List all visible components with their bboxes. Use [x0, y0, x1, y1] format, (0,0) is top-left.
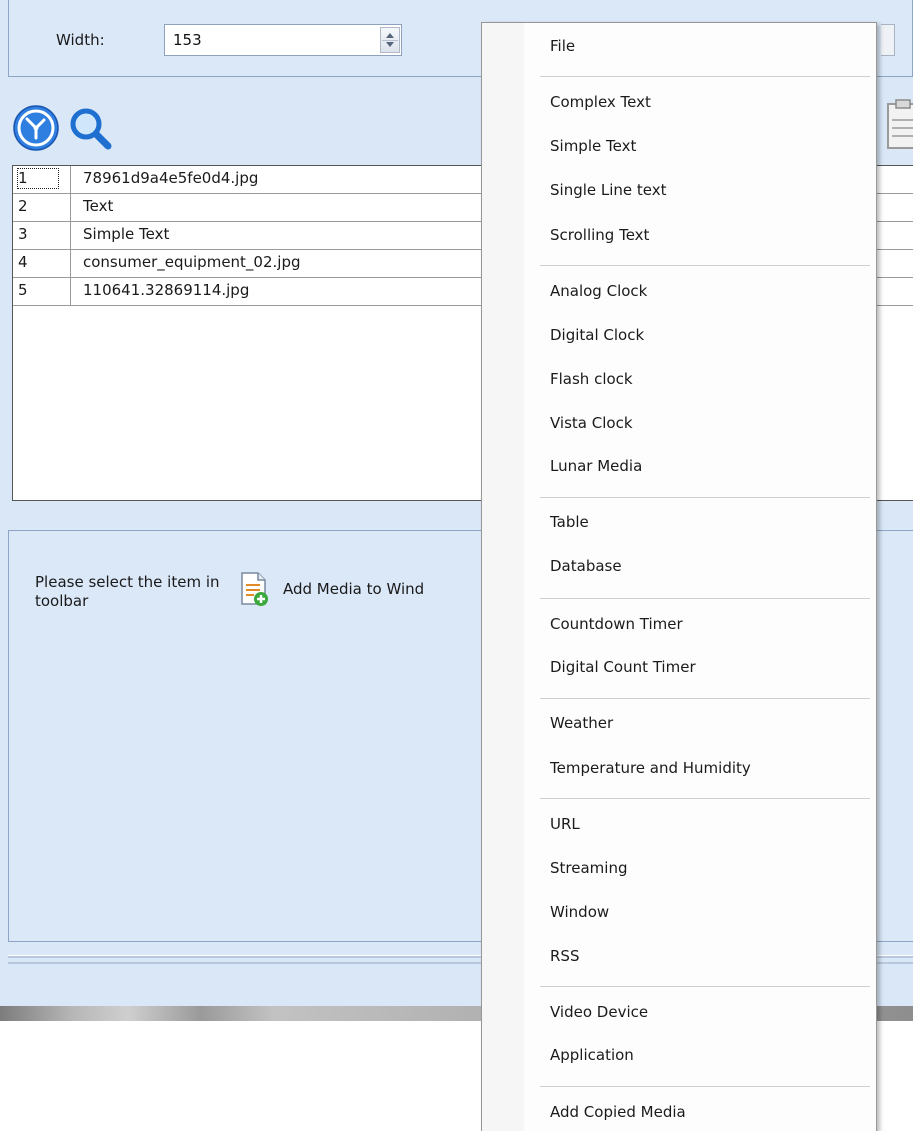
menu-separator — [540, 986, 870, 987]
row-name: consumer_equipment_02.jpg — [83, 253, 301, 271]
menu-item-temperature-humidity[interactable]: Temperature and Humidity — [550, 759, 751, 777]
row-name: 78961d9a4e5fe0d4.jpg — [83, 169, 259, 187]
menu-item-application[interactable]: Application — [550, 1046, 634, 1064]
row-index-cell: 3 — [13, 222, 71, 249]
add-media-context-menu[interactable]: File Complex Text Simple Text Single Lin… — [481, 22, 877, 1131]
menu-item-digital-clock[interactable]: Digital Clock — [550, 326, 644, 344]
row-name: Simple Text — [83, 225, 170, 243]
row-index-cell: 1 — [13, 166, 71, 193]
menu-item-add-copied-media[interactable]: Add Copied Media — [550, 1103, 686, 1121]
menu-item-table[interactable]: Table — [550, 513, 589, 531]
menu-separator — [540, 798, 870, 799]
combo-box-edge[interactable] — [881, 24, 895, 56]
add-media-label: Add Media to Wind — [283, 580, 425, 598]
menu-item-analog-clock[interactable]: Analog Clock — [550, 282, 647, 300]
menu-item-countdown-timer[interactable]: Countdown Timer — [550, 615, 683, 633]
menu-item-single-line-text[interactable]: Single Line text — [550, 181, 667, 199]
menu-separator — [540, 698, 870, 699]
row-index: 3 — [18, 225, 28, 243]
add-media-button[interactable]: Add Media to Wind — [239, 571, 424, 607]
menu-item-database[interactable]: Database — [550, 557, 622, 575]
row-index: 1 — [17, 168, 59, 189]
clipboard-icon[interactable] — [882, 98, 913, 154]
spin-up-icon[interactable] — [386, 33, 394, 38]
menu-item-url[interactable]: URL — [550, 815, 580, 833]
menu-item-vista-clock[interactable]: Vista Clock — [550, 414, 633, 432]
menu-separator — [540, 76, 870, 77]
row-index: 5 — [18, 281, 28, 299]
menu-item-scrolling-text[interactable]: Scrolling Text — [550, 226, 649, 244]
width-input[interactable] — [164, 24, 402, 56]
menu-separator — [540, 1086, 870, 1087]
row-index-cell: 5 — [13, 278, 71, 305]
width-spinner[interactable] — [380, 27, 400, 53]
menu-icon-gutter — [482, 23, 524, 1131]
menu-item-file[interactable]: File — [550, 37, 575, 55]
menu-item-complex-text[interactable]: Complex Text — [550, 93, 651, 111]
spin-down-icon[interactable] — [386, 42, 394, 47]
menu-item-flash-clock[interactable]: Flash clock — [550, 370, 633, 388]
analog-clock-icon[interactable] — [12, 104, 60, 152]
width-label: Width: — [56, 31, 105, 49]
add-document-icon — [241, 572, 268, 606]
menu-item-lunar-media[interactable]: Lunar Media — [550, 457, 642, 475]
menu-separator — [540, 265, 870, 266]
menu-item-rss[interactable]: RSS — [550, 947, 579, 965]
menu-separator — [540, 598, 870, 599]
select-item-hint: Please select the item in toolbar — [35, 573, 220, 610]
row-index-cell: 2 — [13, 194, 71, 221]
menu-separator — [540, 497, 870, 498]
menu-item-digital-count-timer[interactable]: Digital Count Timer — [550, 658, 696, 676]
row-name: Text — [83, 197, 114, 215]
row-index-cell: 4 — [13, 250, 71, 277]
magnifier-icon[interactable] — [68, 106, 112, 150]
menu-item-simple-text[interactable]: Simple Text — [550, 137, 636, 155]
row-index: 4 — [18, 253, 28, 271]
spinner-divider — [382, 40, 398, 41]
row-index: 2 — [18, 197, 28, 215]
menu-item-video-device[interactable]: Video Device — [550, 1003, 648, 1021]
menu-item-weather[interactable]: Weather — [550, 714, 613, 732]
menu-item-window[interactable]: Window — [550, 903, 609, 921]
menu-item-streaming[interactable]: Streaming — [550, 859, 627, 877]
row-name: 110641.32869114.jpg — [83, 281, 250, 299]
